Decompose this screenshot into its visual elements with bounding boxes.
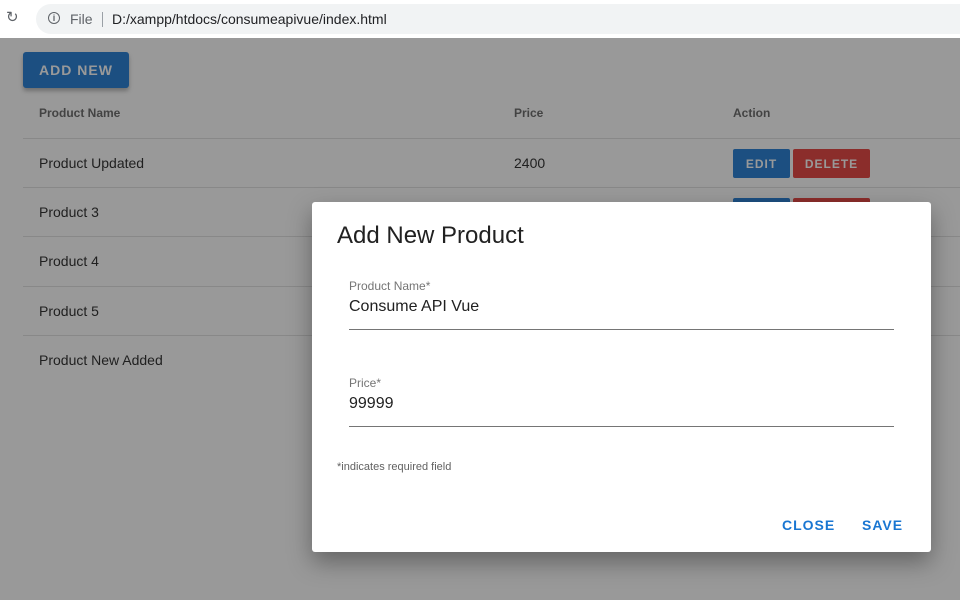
dialog-title: Add New Product [337,222,524,249]
price-input[interactable] [349,392,894,416]
reload-icon[interactable]: ↻ [6,10,22,26]
info-icon[interactable]: i [48,12,60,24]
browser-address-bar: ↻ i File D:/xampp/htdocs/consumeapivue/i… [0,0,960,38]
required-field-hint: *indicates required field [337,461,452,473]
url-divider [102,12,103,27]
price-label: Price* [349,376,382,390]
close-button[interactable]: CLOSE [782,514,835,536]
product-name-label: Product Name* [349,279,431,293]
product-name-field[interactable]: Product Name* [349,279,894,330]
url-text[interactable]: D:/xampp/htdocs/consumeapivue/index.html [112,11,387,27]
product-name-input[interactable] [349,295,894,319]
price-field[interactable]: Price* [349,376,894,427]
add-product-dialog: Add New Product Product Name* Price* *in… [312,202,931,552]
screen: ↻ i File D:/xampp/htdocs/consumeapivue/i… [0,0,960,600]
url-scheme-label: File [70,11,93,27]
omnibox[interactable]: i File D:/xampp/htdocs/consumeapivue/ind… [36,4,960,34]
save-button[interactable]: SAVE [862,514,903,536]
